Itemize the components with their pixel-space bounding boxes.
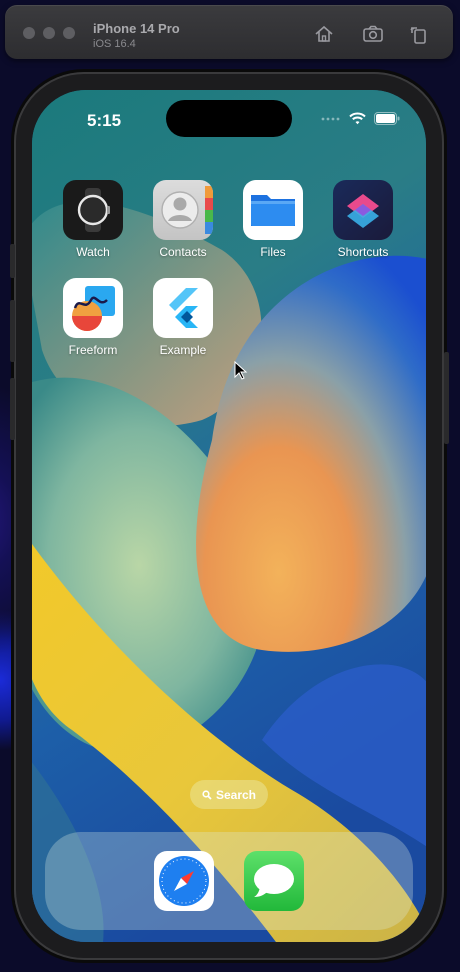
shortcuts-icon <box>333 180 393 240</box>
app-label: Example <box>159 343 207 357</box>
safari-icon[interactable] <box>154 851 214 911</box>
app-label: Freeform <box>68 343 118 357</box>
zoom-window-button[interactable] <box>63 27 75 39</box>
app-freeform[interactable]: Freeform <box>56 278 130 357</box>
flutter-icon <box>153 278 213 338</box>
app-shortcuts[interactable]: Shortcuts <box>326 180 400 259</box>
power-button <box>444 352 449 444</box>
files-icon <box>243 180 303 240</box>
simulator-toolbar: iPhone 14 Pro iOS 16.4 <box>5 5 453 59</box>
device-os-version: iOS 16.4 <box>93 38 136 50</box>
status-time: 5:15 <box>87 111 122 130</box>
app-watch[interactable]: Watch <box>56 180 130 259</box>
wifi-icon <box>349 112 366 125</box>
app-label: Files <box>260 245 286 259</box>
screenshot-icon[interactable] <box>362 23 384 45</box>
contacts-icon <box>153 180 213 240</box>
minimize-window-button[interactable] <box>43 27 55 39</box>
cellular-dots-icon <box>321 117 340 120</box>
app-label: Shortcuts <box>337 245 389 259</box>
app-label: Contacts <box>159 245 207 259</box>
app-files[interactable]: Files <box>236 180 310 259</box>
dynamic-island <box>166 100 292 137</box>
search-label: Search <box>215 787 257 802</box>
mouse-cursor-icon <box>234 361 248 380</box>
spotlight-search-button[interactable]: Search <box>190 780 268 809</box>
messages-icon[interactable] <box>244 851 304 911</box>
home-screen[interactable]: 5:15 Watch Contacts Files Shortcuts Free… <box>32 90 426 942</box>
simulator-window: iPhone 14 Pro iOS 16.4 5:15 Watch Contac… <box>0 0 460 972</box>
search-icon <box>202 789 212 800</box>
device-name: iPhone 14 Pro <box>93 21 180 36</box>
close-window-button[interactable] <box>23 27 35 39</box>
watch-icon <box>63 180 123 240</box>
app-contacts[interactable]: Contacts <box>146 180 220 259</box>
app-example[interactable]: Example <box>146 278 220 357</box>
rotate-icon[interactable] <box>408 23 430 45</box>
volume-up-button <box>10 300 15 362</box>
battery-icon <box>374 112 400 125</box>
app-label: Watch <box>76 245 110 259</box>
dock <box>45 832 413 930</box>
status-bar-icons <box>321 112 400 125</box>
volume-down-button <box>10 378 15 440</box>
window-controls <box>23 27 75 39</box>
mute-switch <box>10 244 15 278</box>
freeform-icon <box>63 278 123 338</box>
home-icon[interactable] <box>313 23 335 45</box>
